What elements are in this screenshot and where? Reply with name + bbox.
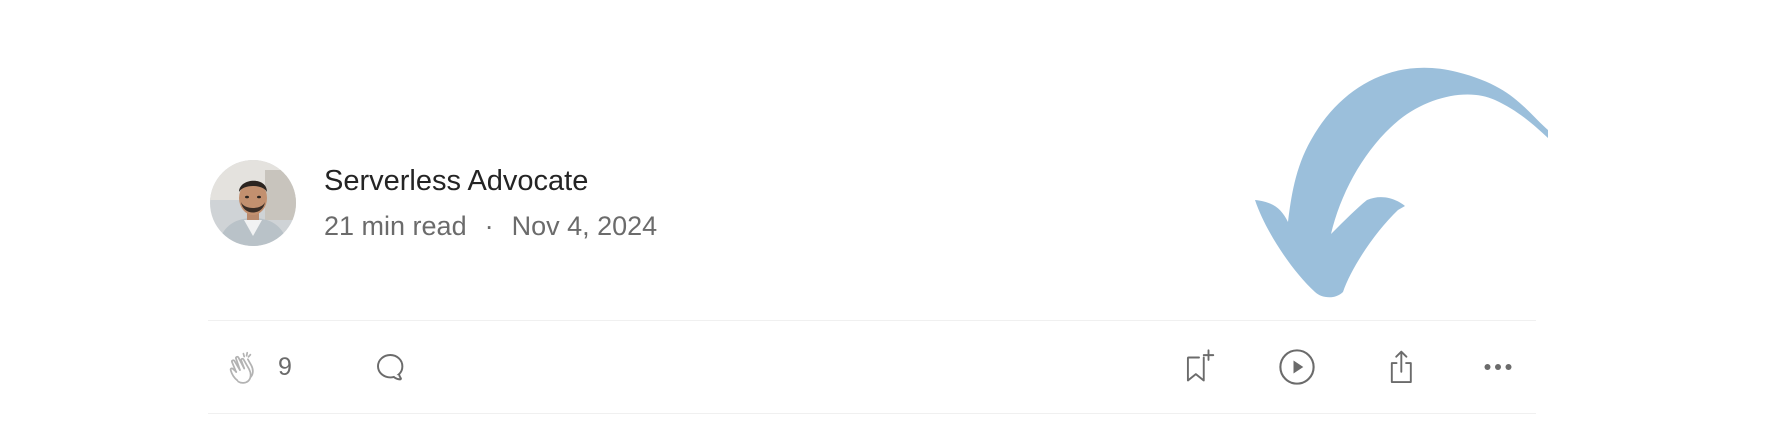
clap-icon [229, 351, 254, 384]
save-button[interactable] [1180, 322, 1218, 412]
more-options-button[interactable] [1480, 322, 1516, 412]
listen-button[interactable] [1276, 322, 1318, 412]
article-action-bar: 9 [208, 322, 1536, 412]
author-name[interactable]: Serverless Advocate [324, 163, 657, 199]
responses-button[interactable] [372, 322, 408, 412]
author-meta: Serverless Advocate 21 min read · Nov 4,… [324, 163, 657, 243]
annotation-arrow-icon [1255, 67, 1548, 298]
more-icon [1484, 364, 1512, 370]
play-icon [1279, 349, 1315, 385]
read-time: 21 min read [324, 211, 467, 241]
response-icon [377, 354, 404, 381]
post-meta: 21 min read · Nov 4, 2024 [324, 209, 657, 243]
author-avatar[interactable] [210, 160, 296, 246]
clap-button[interactable]: 9 [226, 322, 292, 412]
clap-count: 9 [278, 352, 292, 381]
meta-separator: · [484, 211, 494, 241]
action-bar-bottom-divider [208, 413, 1536, 414]
author-row: Serverless Advocate 21 min read · Nov 4,… [210, 160, 657, 246]
share-button[interactable] [1382, 322, 1420, 412]
share-icon [1390, 350, 1412, 383]
action-bar-top-divider [208, 320, 1536, 321]
publish-date: Nov 4, 2024 [511, 211, 658, 241]
avatar-photo [210, 160, 296, 246]
bookmark-add-icon [1186, 349, 1215, 382]
